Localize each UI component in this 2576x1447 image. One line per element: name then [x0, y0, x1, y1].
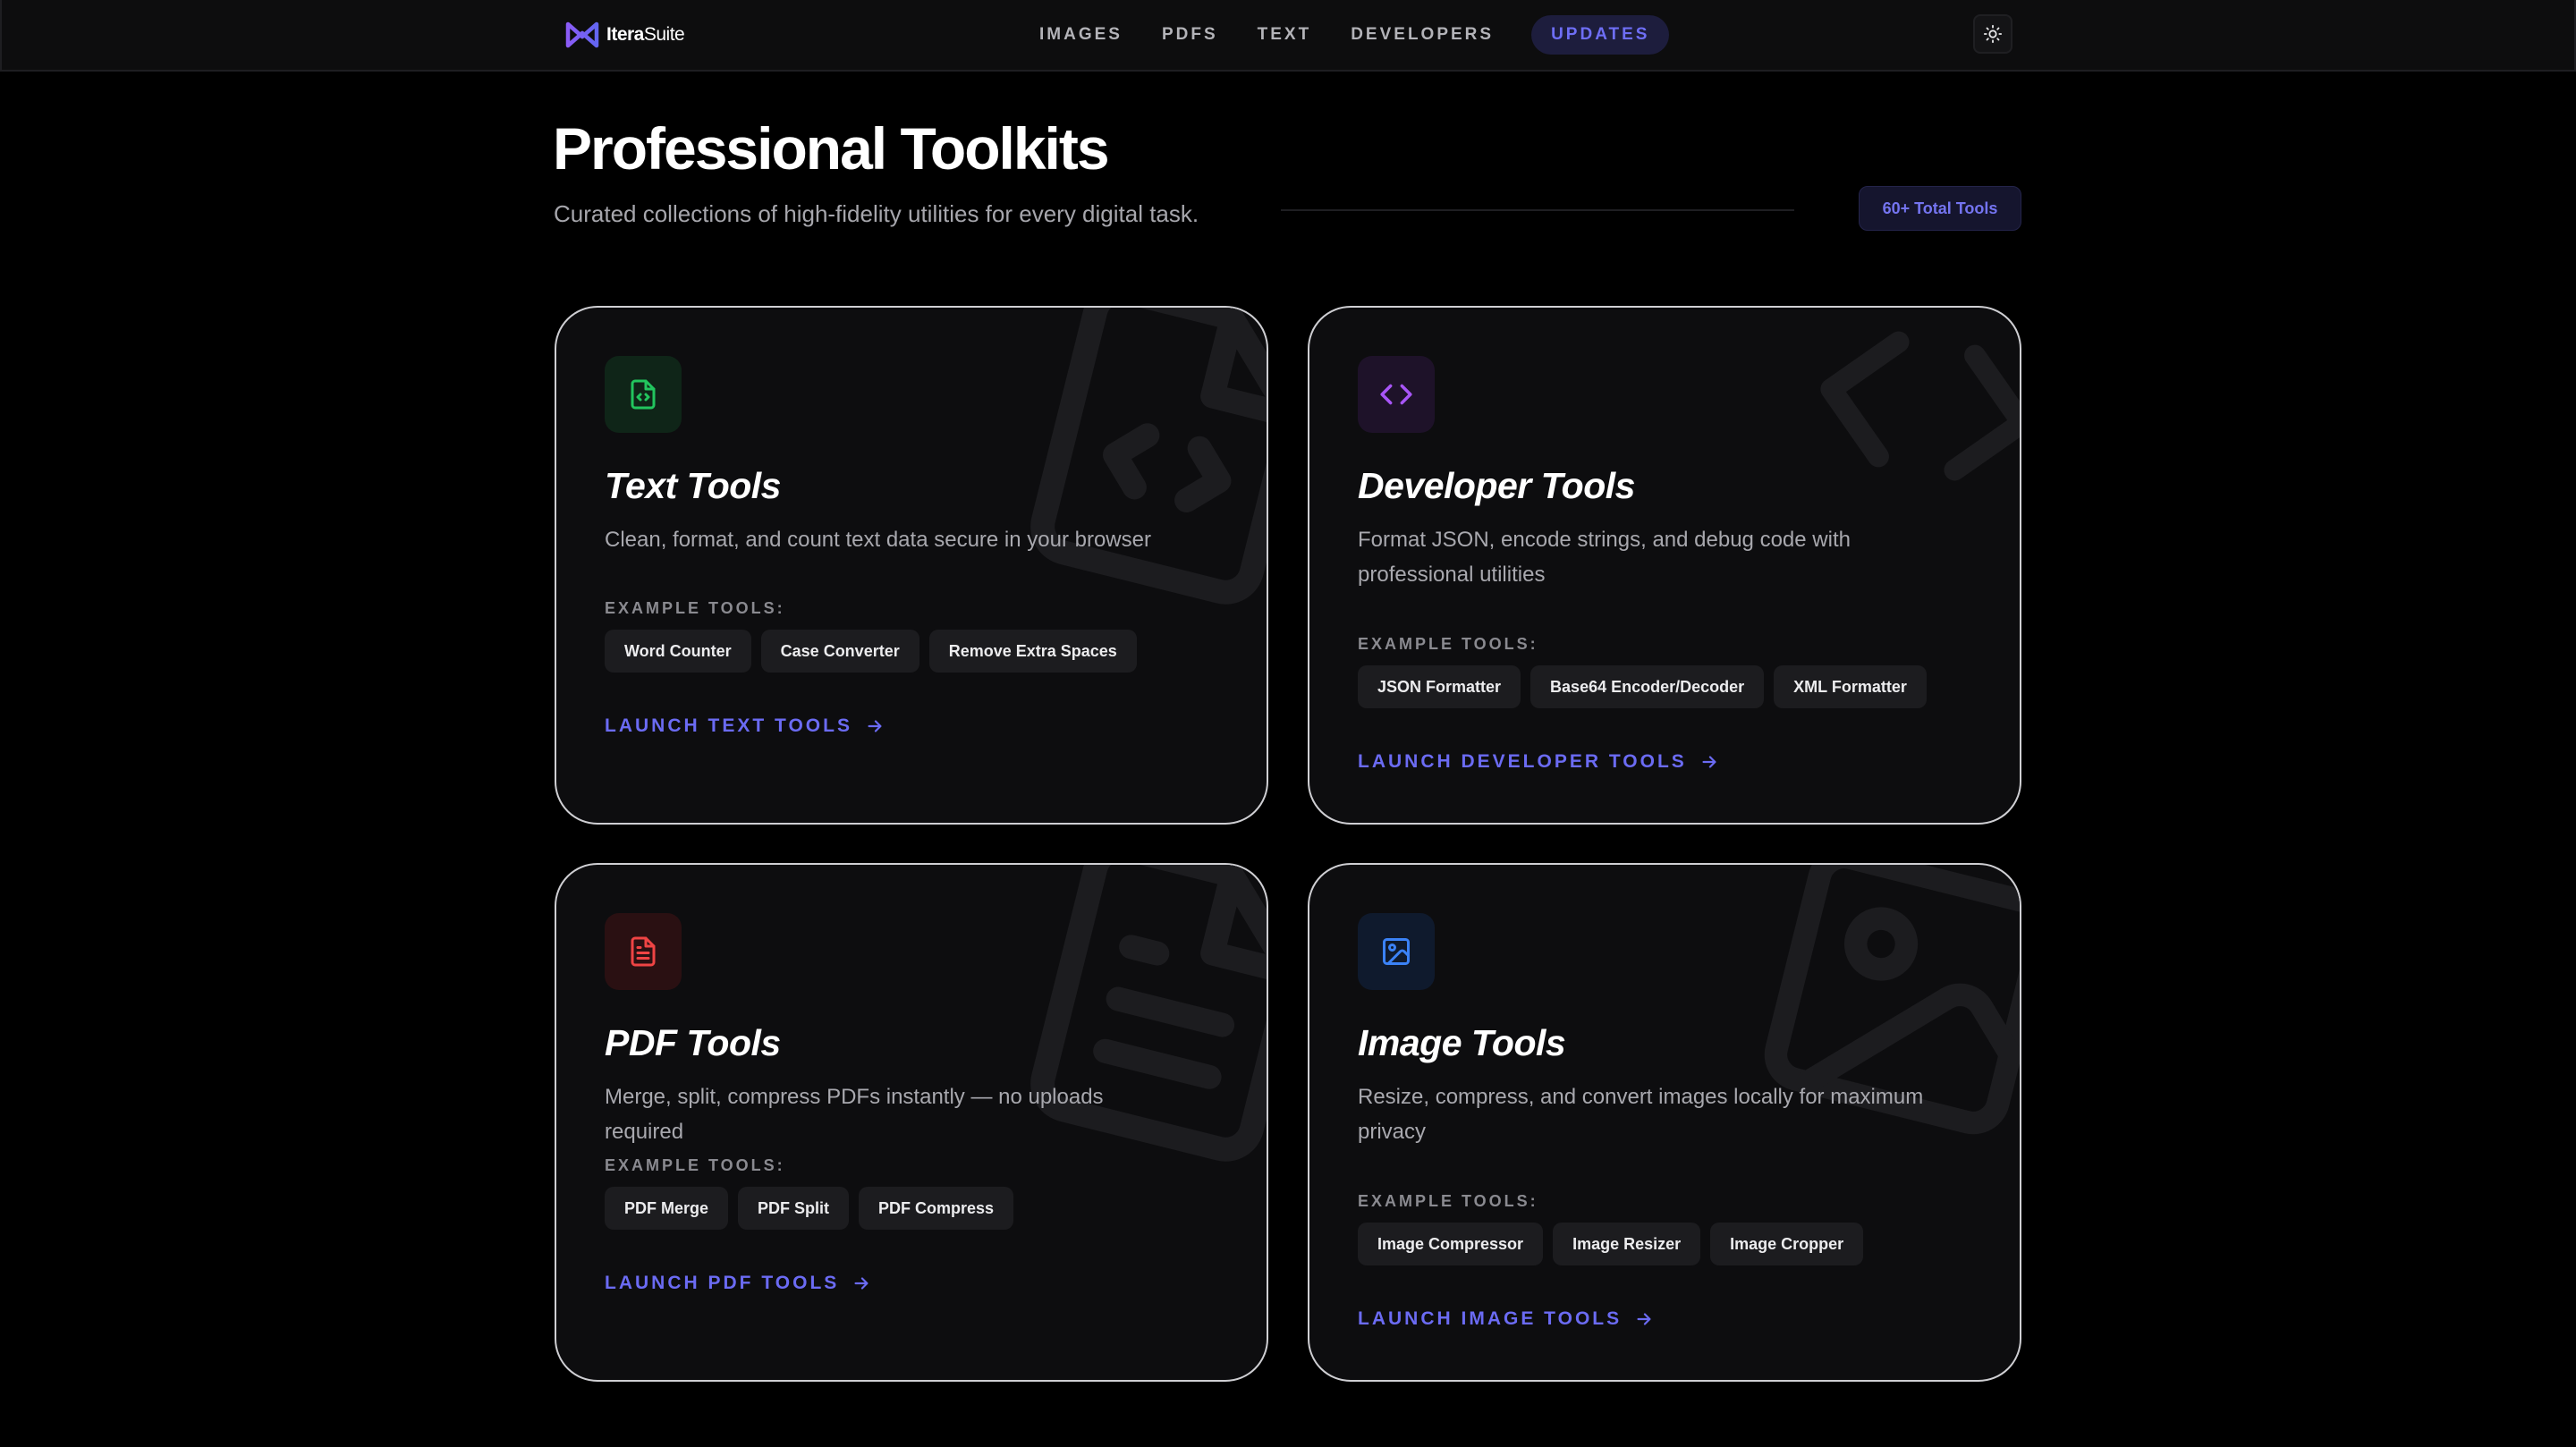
chip-word-counter[interactable]: Word Counter [605, 630, 751, 673]
example-tools-label: EXAMPLE TOOLS: [605, 599, 785, 617]
example-tools-list: PDF Merge PDF Split PDF Compress [605, 1187, 1014, 1230]
launch-label: LAUNCH DEVELOPER TOOLS [1358, 751, 1687, 772]
file-code-bg-icon [1030, 308, 1267, 605]
card-description: Clean, format, and count text data secur… [605, 528, 1151, 552]
chip-image-resizer[interactable]: Image Resizer [1553, 1223, 1701, 1265]
chip-remove-extra-spaces[interactable]: Remove Extra Spaces [928, 630, 1137, 673]
top-nav: IteraSuite IMAGES PDFS TEXT DEVELOPERS U… [0, 0, 2576, 72]
chip-pdf-split[interactable]: PDF Split [738, 1187, 850, 1230]
chip-xml-formatter[interactable]: XML Formatter [1774, 665, 1927, 708]
example-tools-list: JSON Formatter Base64 Encoder/Decoder XM… [1358, 665, 1927, 708]
launch-image-tools-link[interactable]: LAUNCH IMAGE TOOLS [1358, 1308, 1654, 1330]
example-tools-label: EXAMPLE TOOLS: [605, 1156, 785, 1174]
chip-image-compressor[interactable]: Image Compressor [1358, 1223, 1544, 1265]
chip-base64-encoder-decoder[interactable]: Base64 Encoder/Decoder [1530, 665, 1765, 708]
launch-label: LAUNCH TEXT TOOLS [605, 715, 852, 736]
nav-links: IMAGES PDFS TEXT DEVELOPERS UPDATES [1039, 14, 1670, 55]
image-tools-icon-box [1358, 913, 1435, 990]
logo-icon [565, 21, 599, 48]
card-image-tools[interactable]: Image Tools Resize, compress, and conver… [1308, 863, 2021, 1382]
logo[interactable]: IteraSuite [564, 18, 685, 52]
nav-link-text[interactable]: TEXT [1258, 25, 1312, 45]
total-tools-badge: 60+ Total Tools [1859, 186, 2021, 231]
arrow-right-icon [1702, 756, 1716, 768]
launch-text-tools-link[interactable]: LAUNCH TEXT TOOLS [605, 715, 885, 737]
code-icon [1380, 384, 1412, 405]
card-title: Developer Tools [1358, 465, 1635, 506]
chip-pdf-compress[interactable]: PDF Compress [859, 1187, 1014, 1230]
chip-case-converter[interactable]: Case Converter [760, 630, 919, 673]
code-bg-icon [1820, 331, 2020, 481]
chip-pdf-merge[interactable]: PDF Merge [605, 1187, 729, 1230]
image-icon [1383, 938, 1410, 965]
launch-label: LAUNCH PDF TOOLS [605, 1273, 840, 1293]
sun-icon [1983, 24, 2003, 44]
launch-developer-tools-link[interactable]: LAUNCH DEVELOPER TOOLS [1358, 751, 1719, 773]
card-description: Format JSON, encode strings, and debug c… [1358, 528, 1851, 587]
card-title: PDF Tools [605, 1022, 781, 1063]
launch-label: LAUNCH IMAGE TOOLS [1358, 1308, 1623, 1329]
card-description: Merge, split, compress PDFs instantly — … [605, 1085, 1104, 1144]
example-tools-label: EXAMPLE TOOLS: [1358, 635, 1538, 653]
example-tools-label: EXAMPLE TOOLS: [1358, 1192, 1538, 1210]
nav-link-developers[interactable]: DEVELOPERS [1351, 25, 1494, 45]
arrow-right-icon [854, 1277, 869, 1290]
page-subtitle: Curated collections of high-fidelity uti… [554, 200, 1199, 227]
card-pdf-tools[interactable]: PDF Tools Merge, split, compress PDFs in… [555, 863, 1268, 1382]
card-title: Text Tools [605, 465, 781, 506]
file-text-bg-icon [1030, 865, 1267, 1162]
page-title: Professional Toolkits [553, 115, 1110, 182]
file-code-icon [631, 379, 656, 410]
arrow-right-icon [868, 720, 882, 732]
header-divider [1281, 209, 1794, 211]
card-description: Resize, compress, and convert images loc… [1358, 1085, 1924, 1144]
developer-tools-icon-box [1358, 356, 1435, 433]
theme-toggle-button[interactable] [1973, 14, 2012, 54]
chip-json-formatter[interactable]: JSON Formatter [1358, 665, 1521, 708]
text-tools-icon-box [605, 356, 682, 433]
chip-image-cropper[interactable]: Image Cropper [1710, 1223, 1864, 1265]
nav-link-updates[interactable]: UPDATES [1531, 15, 1670, 55]
nav-link-pdfs[interactable]: PDFS [1162, 25, 1218, 45]
card-text-tools[interactable]: Text Tools Clean, format, and count text… [555, 306, 1268, 825]
file-text-icon [631, 936, 656, 967]
arrow-right-icon [1637, 1313, 1651, 1325]
example-tools-list: Image Compressor Image Resizer Image Cro… [1358, 1223, 1864, 1265]
nav-link-images[interactable]: IMAGES [1039, 25, 1123, 45]
card-title: Image Tools [1358, 1022, 1566, 1063]
pdf-tools-icon-box [605, 913, 682, 990]
launch-pdf-tools-link[interactable]: LAUNCH PDF TOOLS [605, 1273, 871, 1294]
logo-text: IteraSuite [606, 24, 685, 45]
card-developer-tools[interactable]: Developer Tools Format JSON, encode stri… [1308, 306, 2021, 825]
example-tools-list: Word Counter Case Converter Remove Extra… [605, 630, 1137, 673]
